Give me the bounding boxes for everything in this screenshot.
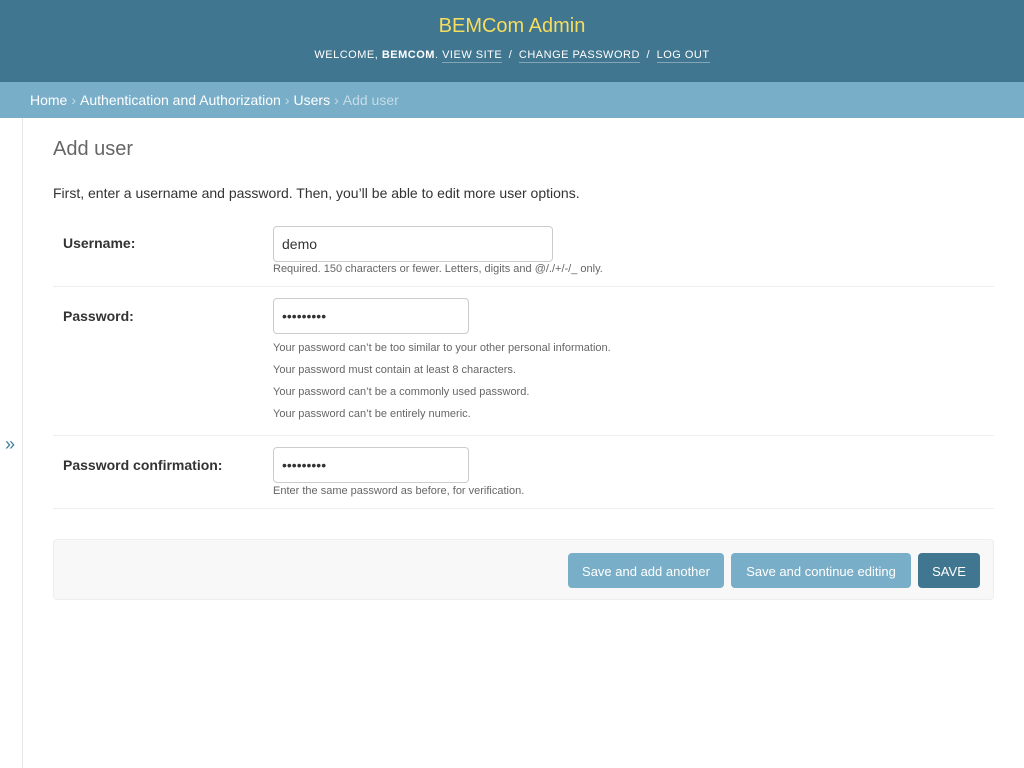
breadcrumb-users[interactable]: Users [294, 92, 331, 108]
password-confirmation-label: Password confirmation: [63, 457, 223, 473]
password-help-item: Your password can’t be a commonly used p… [273, 386, 530, 398]
welcome-suffix: . [434, 49, 439, 61]
log-out-link[interactable]: Log out [656, 49, 710, 63]
username-help: Required. 150 characters or fewer. Lette… [273, 263, 603, 275]
separator: / [646, 49, 651, 61]
password-input[interactable]: ••••••••• [273, 298, 469, 334]
user-tools: Welcome, BEMCom. View site / Change pass… [0, 49, 1024, 63]
username-input[interactable]: demo [273, 226, 553, 262]
breadcrumb-separator: › [334, 92, 339, 108]
breadcrumb-auth[interactable]: Authentication and Authorization [80, 92, 281, 108]
password-confirmation-row: Password confirmation: ••••••••• Enter t… [53, 436, 994, 509]
breadcrumb: Home › Authentication and Authorization › Us… [0, 82, 1024, 118]
view-site-link[interactable]: View site [442, 49, 503, 63]
page-title: Add user [53, 138, 134, 160]
username-label: Username: [63, 235, 136, 251]
site-header: BEMCom Admin Welcome, BEMCom. View site … [0, 0, 1024, 82]
welcome-text: Welcome, [314, 49, 382, 61]
breadcrumb-current: Add user [342, 92, 399, 108]
breadcrumb-separator: › [284, 92, 290, 108]
password-help-item: Your password can’t be entirely numeric. [273, 408, 471, 420]
password-help-list: Your password can’t be too similar to yo… [273, 341, 611, 429]
nav-sidebar-collapsed: » [0, 118, 23, 768]
password-label: Password: [63, 308, 134, 324]
save-and-add-another-button[interactable]: Save and add another [568, 553, 724, 588]
save-button[interactable]: SAVE [918, 553, 980, 588]
change-password-link[interactable]: Change password [518, 49, 640, 63]
save-and-continue-button[interactable]: Save and continue editing [731, 553, 911, 588]
password-row: Password: ••••••••• Your password can’t … [53, 287, 994, 436]
intro-text: First, enter a username and password. Th… [53, 185, 580, 201]
submit-row: Save and add another Save and continue e… [53, 539, 994, 600]
password-help-item: Your password must contain at least 8 ch… [273, 364, 516, 376]
password-confirmation-help: Enter the same password as before, for v… [273, 485, 525, 497]
current-username: BEMCom [381, 49, 435, 61]
password-confirmation-input[interactable]: ••••••••• [273, 447, 469, 483]
breadcrumb-home[interactable]: Home [30, 92, 67, 108]
password-help-item: Your password can’t be too similar to yo… [273, 342, 611, 354]
username-row: Username: demo Required. 150 characters … [53, 216, 994, 287]
sidebar-toggle-icon[interactable]: » [5, 434, 15, 455]
site-title[interactable]: BEMCom Admin [0, 15, 1024, 38]
breadcrumb-separator: › [71, 92, 77, 108]
separator: / [508, 49, 513, 61]
